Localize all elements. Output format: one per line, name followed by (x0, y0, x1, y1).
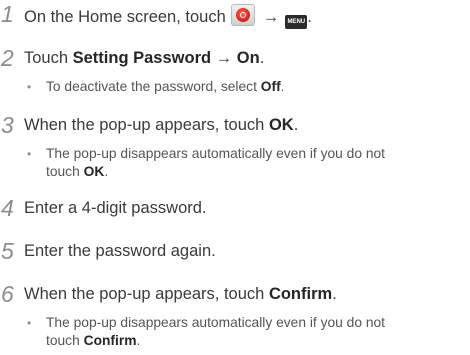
step-text-pre: When the pop-up appears, touch (24, 285, 265, 303)
note-text-pre: To deactivate the password, select (46, 79, 257, 94)
confirm-term: Confirm (83, 333, 137, 348)
step-text-pre: Touch (24, 49, 69, 67)
note-text-line1: The pop-up disappears automatically even… (46, 146, 386, 161)
step-2-note: • To deactivate the password, select Off… (24, 78, 464, 96)
step-text-post: . (259, 49, 265, 67)
note-text-pre: touch (46, 333, 80, 348)
off-term: Off (260, 79, 281, 94)
note-text-post: . (136, 333, 141, 348)
note-text: The pop-up disappears automatically even… (46, 145, 464, 181)
note-text-pre: touch (46, 164, 80, 179)
note-text-post: . (280, 79, 285, 94)
ok-term: OK (268, 116, 294, 134)
menu-key-icon: MENU (285, 15, 308, 29)
step-number: 5 (1, 238, 14, 264)
step-text-post: . (293, 116, 299, 134)
confirm-term: Confirm (268, 285, 333, 303)
step-text: When the pop-up appears, touch Confirm. (24, 284, 337, 305)
arrow-glyph: → (215, 49, 233, 67)
note-text: The pop-up disappears automatically even… (46, 314, 464, 350)
step-text: Enter the password again. (24, 242, 216, 260)
step-text-pre: When the pop-up appears, touch (24, 116, 265, 134)
messaging-app-icon (230, 4, 255, 26)
step-number: 6 (1, 281, 14, 307)
note-text-post: . (104, 164, 109, 179)
step-text: When the pop-up appears, touch OK. (24, 115, 298, 136)
step-3-note: • The pop-up disappears automatically ev… (24, 145, 464, 181)
step-text-pre: On the Home screen, touch (24, 8, 226, 26)
bullet-glyph: • (27, 147, 32, 161)
note-text: To deactivate the password, select Off. (46, 78, 464, 96)
ok-term: OK (83, 164, 105, 179)
bullet-glyph: • (27, 316, 32, 330)
step-text-post: . (332, 285, 337, 303)
arrow-glyph: → (262, 8, 280, 26)
step-number: 2 (1, 45, 14, 71)
step-text: On the Home screen, touch → MENU. (24, 4, 312, 29)
step-text-post: . (307, 8, 312, 26)
step-number: 1 (1, 1, 14, 27)
step-6-note: • The pop-up disappears automatically ev… (24, 314, 464, 350)
on-term: On (236, 49, 260, 67)
step-number: 4 (1, 195, 14, 221)
step-text: Touch Setting Password → On. (24, 48, 264, 69)
instruction-document: 1 On the Home screen, touch → MENU. 2 Touc… (0, 0, 470, 355)
step-number: 3 (1, 112, 14, 138)
setting-password-term: Setting Password (72, 49, 212, 67)
note-text-line1: The pop-up disappears automatically even… (46, 315, 386, 330)
bullet-glyph: • (27, 80, 32, 94)
step-text: Enter a 4-digit password. (24, 199, 207, 217)
